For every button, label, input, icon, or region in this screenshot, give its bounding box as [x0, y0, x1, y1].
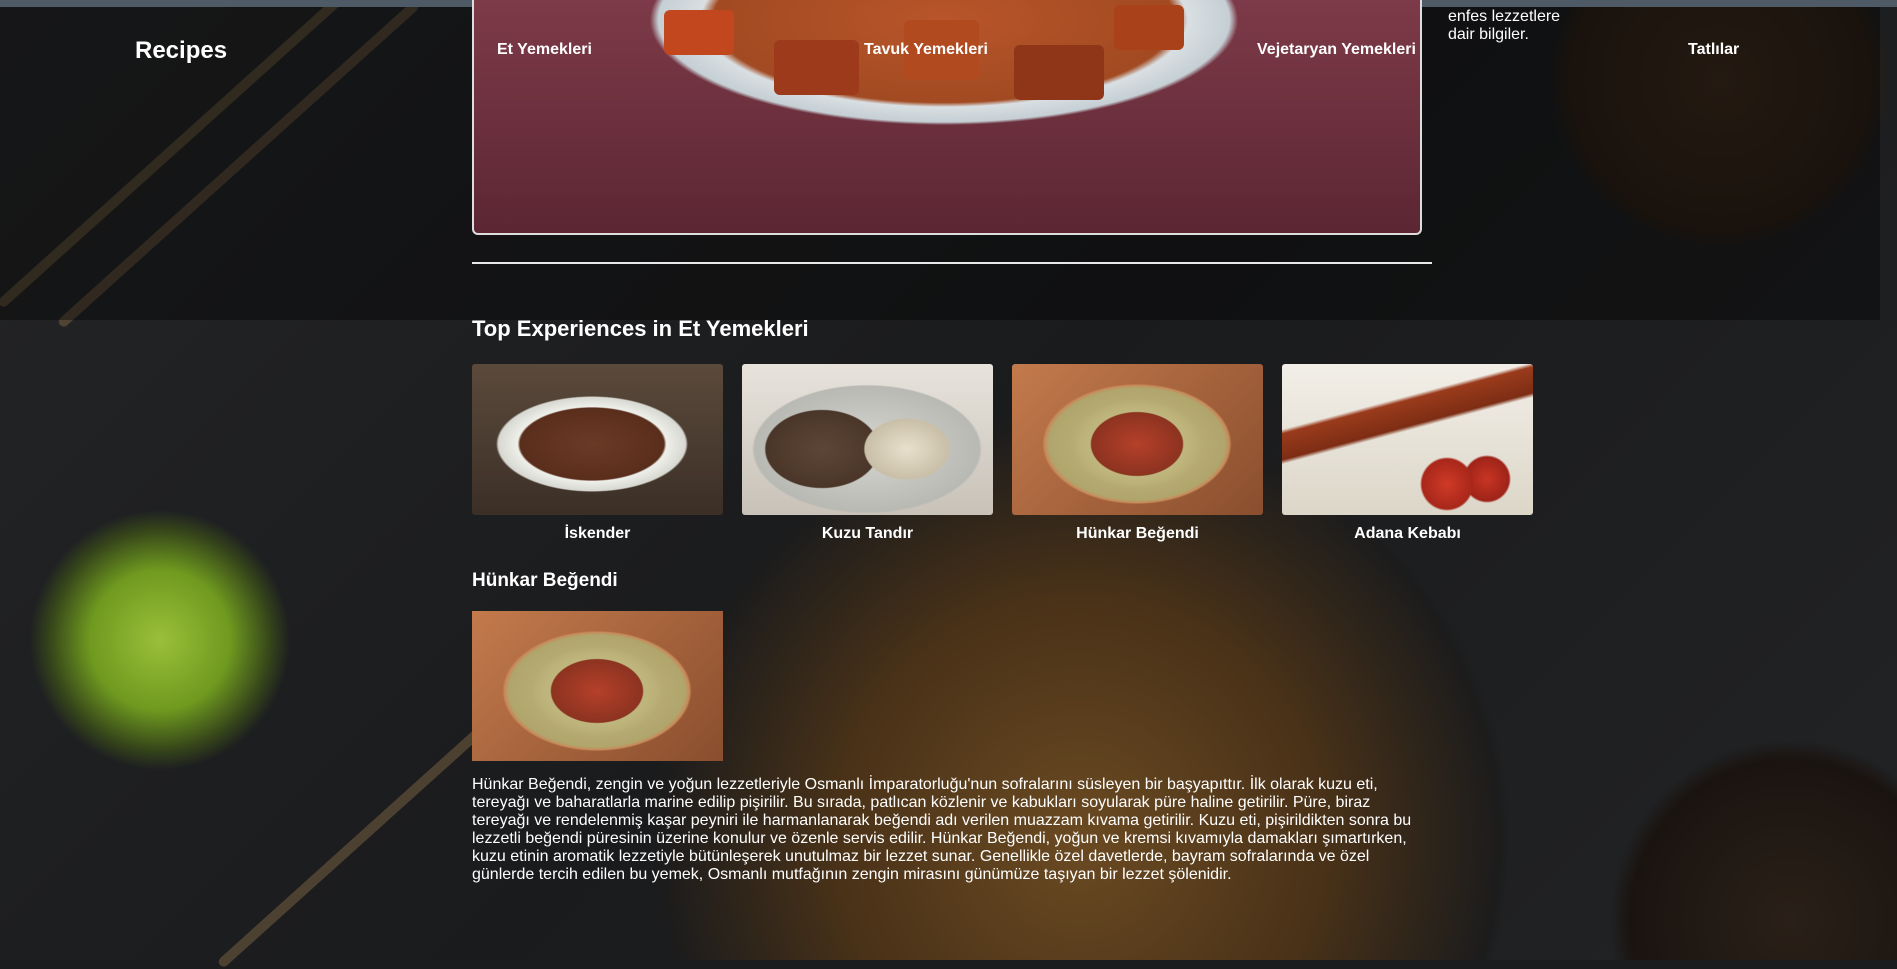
- nav-tatlilar[interactable]: Tatlılar: [1688, 41, 1739, 59]
- section-divider: [472, 262, 1432, 264]
- recipe-thumbnail[interactable]: [1012, 364, 1263, 515]
- site-logo[interactable]: Recipes: [135, 37, 227, 65]
- recipe-thumbnail[interactable]: [742, 364, 993, 515]
- hero-image: [472, 0, 1422, 235]
- header-side-text: enfes lezzetlere dair bilgiler.: [1448, 8, 1561, 43]
- recipe-card-label: İskender: [564, 525, 631, 542]
- recipe-card-adana-kebabi[interactable]: Adana Kebabı: [1282, 364, 1533, 543]
- meat-piece: [664, 10, 734, 55]
- detail-image: [472, 611, 723, 761]
- recipe-card-label: Adana Kebabı: [1354, 525, 1461, 542]
- meat-piece: [774, 40, 859, 95]
- meat-piece: [1114, 5, 1184, 50]
- nav-et-yemekleri[interactable]: Et Yemekleri: [497, 41, 592, 59]
- nav-vejetaryan-yemekleri[interactable]: Vejetaryan Yemekleri: [1257, 41, 1416, 59]
- recipe-card-label: Kuzu Tandır: [821, 525, 914, 542]
- recipe-card-label: Hünkar Beğendi: [1076, 525, 1199, 542]
- recipe-card-hunkar-begendi[interactable]: Hünkar Beğendi: [1012, 364, 1263, 543]
- nav-tavuk-yemekleri[interactable]: Tavuk Yemekleri: [864, 41, 988, 59]
- detail-title: Hünkar Beğendi: [472, 570, 618, 591]
- recipe-thumbnail[interactable]: [472, 364, 723, 515]
- recipe-card-iskender[interactable]: İskender: [472, 364, 723, 543]
- recipe-thumbnail[interactable]: [1282, 364, 1533, 515]
- section-title: Top Experiences in Et Yemekleri: [472, 316, 809, 341]
- detail-description: Hünkar Beğendi, zengin ve yoğun lezzetle…: [472, 776, 1412, 883]
- meat-piece: [1014, 45, 1104, 100]
- recipe-card-kuzu-tandir[interactable]: Kuzu Tandır: [742, 364, 993, 543]
